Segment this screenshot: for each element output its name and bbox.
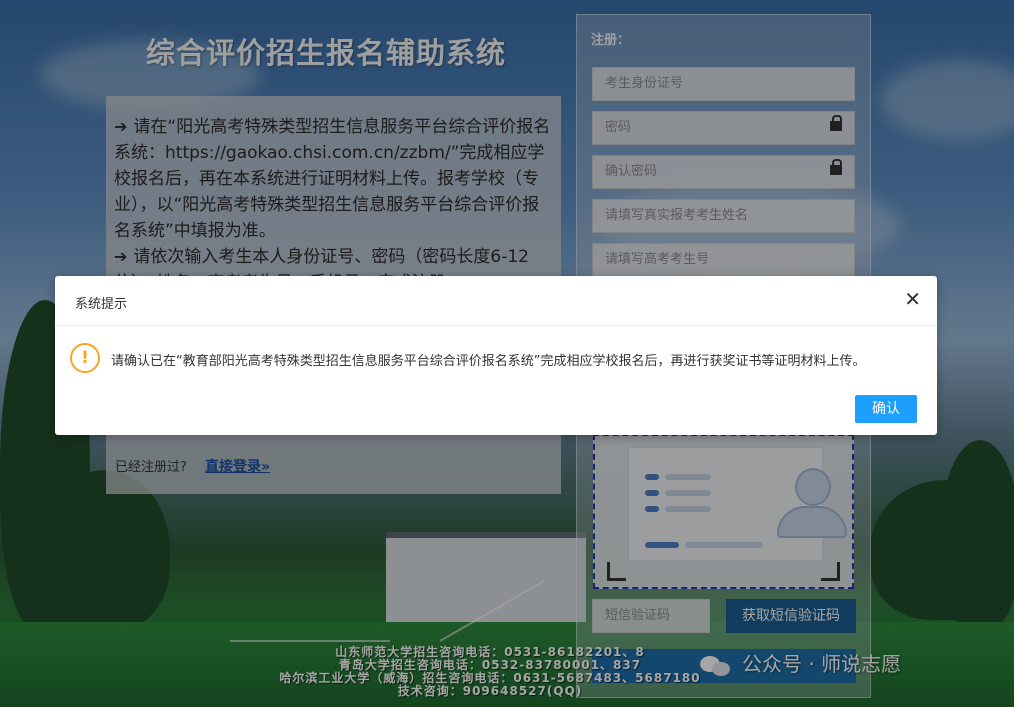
dialog-message: 请确认已在“教育部阳光高考特殊类型招生信息服务平台综合评价报名系统”完成相应学校…	[111, 354, 866, 369]
confirm-button[interactable]: 确认	[855, 395, 917, 423]
dialog-title: 系统提示	[75, 297, 128, 312]
dialog-header: 系统提示 ✕	[55, 276, 937, 326]
warning-icon: !	[70, 343, 100, 373]
system-prompt-dialog: 系统提示 ✕ ! 请确认已在“教育部阳光高考特殊类型招生信息服务平台综合评价报名…	[55, 276, 937, 435]
close-icon[interactable]: ✕	[904, 288, 921, 310]
